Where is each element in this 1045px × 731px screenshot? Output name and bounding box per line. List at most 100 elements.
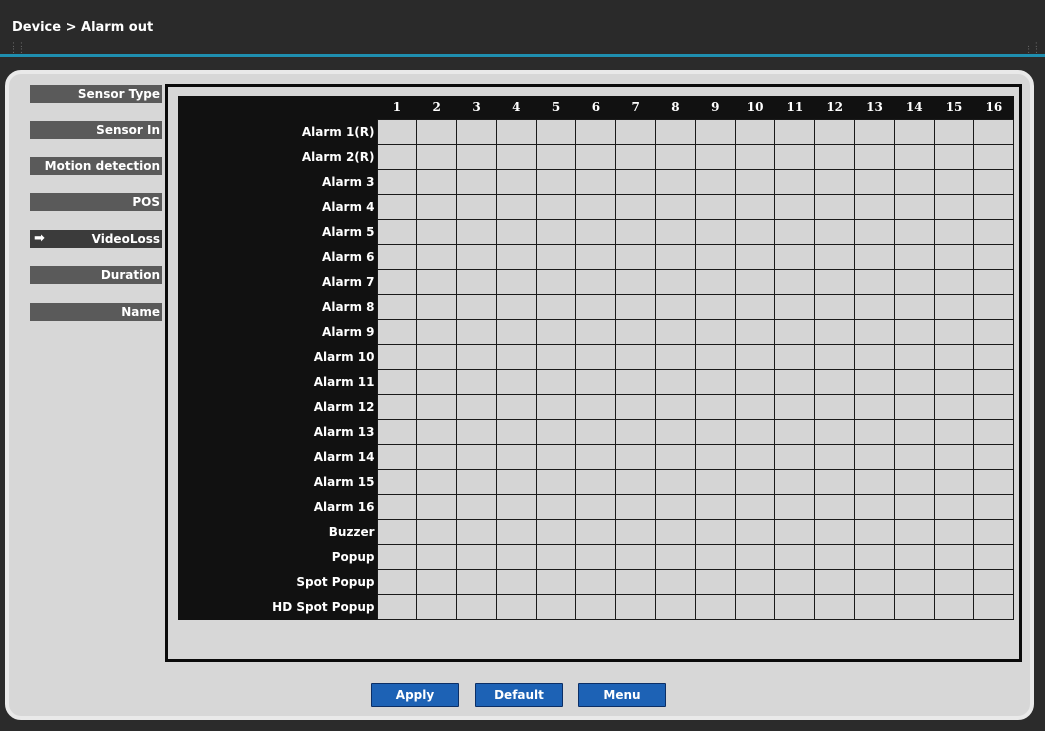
grid-cell[interactable] — [655, 218, 696, 245]
grid-cell[interactable] — [814, 118, 856, 145]
grid-cell[interactable] — [535, 118, 577, 145]
grid-cell[interactable] — [893, 368, 935, 396]
grid-cell[interactable] — [854, 318, 895, 345]
grid-cell[interactable] — [376, 243, 418, 270]
grid-cell[interactable] — [774, 118, 816, 145]
grid-cell[interactable] — [933, 569, 975, 596]
grid-cell[interactable] — [416, 118, 458, 145]
grid-cell[interactable] — [814, 293, 856, 320]
grid-cell[interactable] — [575, 143, 617, 170]
grid-cell[interactable] — [535, 243, 577, 270]
grid-cell[interactable] — [575, 419, 617, 446]
grid-cell[interactable] — [973, 469, 1015, 496]
grid-cell[interactable] — [854, 419, 895, 446]
grid-cell[interactable] — [456, 143, 497, 170]
sidebar-item-pos[interactable]: POS — [30, 193, 162, 211]
grid-cell[interactable] — [495, 544, 537, 571]
grid-cell[interactable] — [694, 293, 736, 320]
grid-cell[interactable] — [575, 394, 617, 421]
grid-cell[interactable] — [456, 243, 497, 270]
grid-cell[interactable] — [495, 143, 537, 170]
grid-cell[interactable] — [694, 268, 736, 295]
grid-cell[interactable] — [456, 469, 497, 496]
grid-cell[interactable] — [535, 143, 577, 170]
grid-cell[interactable] — [535, 494, 577, 521]
grid-cell[interactable] — [535, 293, 577, 320]
grid-cell[interactable] — [535, 368, 577, 396]
grid-cell[interactable] — [495, 168, 537, 195]
grid-cell[interactable] — [416, 293, 458, 320]
grid-cell[interactable] — [854, 168, 895, 195]
grid-cell[interactable] — [734, 268, 776, 295]
grid-cell[interactable] — [575, 343, 617, 370]
grid-cell[interactable] — [933, 168, 975, 195]
grid-cell[interactable] — [535, 569, 577, 596]
grid-cell[interactable] — [615, 118, 657, 145]
grid-cell[interactable] — [933, 544, 975, 571]
grid-cell[interactable] — [456, 419, 497, 446]
grid-cell[interactable] — [854, 494, 895, 521]
grid-cell[interactable] — [495, 268, 537, 295]
grid-cell[interactable] — [933, 594, 975, 621]
grid-cell[interactable] — [774, 268, 816, 295]
grid-cell[interactable] — [893, 594, 935, 621]
grid-cell[interactable] — [495, 419, 537, 446]
default-button[interactable]: Default — [475, 683, 563, 707]
grid-cell[interactable] — [615, 218, 657, 245]
grid-cell[interactable] — [694, 143, 736, 170]
grid-cell[interactable] — [416, 594, 458, 621]
sidebar-item-name[interactable]: Name — [30, 303, 162, 321]
sidebar-item-videoloss[interactable]: ➡ VideoLoss — [30, 230, 162, 248]
grid-cell[interactable] — [734, 594, 776, 621]
grid-cell[interactable] — [655, 594, 696, 621]
grid-cell[interactable] — [893, 343, 935, 370]
grid-cell[interactable] — [814, 218, 856, 245]
grid-cell[interactable] — [575, 594, 617, 621]
grid-cell[interactable] — [655, 118, 696, 145]
grid-cell[interactable] — [854, 118, 895, 145]
grid-cell[interactable] — [416, 243, 458, 270]
grid-cell[interactable] — [456, 118, 497, 145]
grid-cell[interactable] — [933, 419, 975, 446]
grid-cell[interactable] — [456, 394, 497, 421]
grid-cell[interactable] — [615, 168, 657, 195]
grid-cell[interactable] — [376, 419, 418, 446]
grid-cell[interactable] — [416, 569, 458, 596]
grid-cell[interactable] — [655, 243, 696, 270]
grid-cell[interactable] — [854, 193, 895, 220]
grid-cell[interactable] — [575, 544, 617, 571]
grid-cell[interactable] — [774, 343, 816, 370]
grid-cell[interactable] — [575, 243, 617, 270]
grid-cell[interactable] — [376, 118, 418, 145]
grid-cell[interactable] — [694, 544, 736, 571]
grid-cell[interactable] — [495, 343, 537, 370]
grid-cell[interactable] — [376, 343, 418, 370]
grid-cell[interactable] — [933, 118, 975, 145]
grid-cell[interactable] — [416, 193, 458, 220]
grid-cell[interactable] — [854, 519, 895, 546]
grid-cell[interactable] — [814, 544, 856, 571]
grid-cell[interactable] — [774, 368, 816, 396]
grid-cell[interactable] — [933, 143, 975, 170]
grid-cell[interactable] — [575, 494, 617, 521]
grid-cell[interactable] — [456, 444, 497, 471]
grid-cell[interactable] — [973, 268, 1015, 295]
grid-cell[interactable] — [973, 519, 1015, 546]
grid-cell[interactable] — [854, 368, 895, 396]
grid-cell[interactable] — [535, 268, 577, 295]
grid-cell[interactable] — [416, 218, 458, 245]
grid-cell[interactable] — [774, 168, 816, 195]
grid-cell[interactable] — [973, 343, 1015, 370]
grid-cell[interactable] — [893, 469, 935, 496]
grid-cell[interactable] — [575, 519, 617, 546]
grid-cell[interactable] — [973, 569, 1015, 596]
grid-cell[interactable] — [694, 469, 736, 496]
grid-cell[interactable] — [376, 268, 418, 295]
grid-cell[interactable] — [416, 318, 458, 345]
grid-cell[interactable] — [973, 193, 1015, 220]
grid-cell[interactable] — [694, 444, 736, 471]
grid-cell[interactable] — [814, 519, 856, 546]
grid-cell[interactable] — [376, 444, 418, 471]
grid-cell[interactable] — [854, 268, 895, 295]
grid-cell[interactable] — [814, 268, 856, 295]
